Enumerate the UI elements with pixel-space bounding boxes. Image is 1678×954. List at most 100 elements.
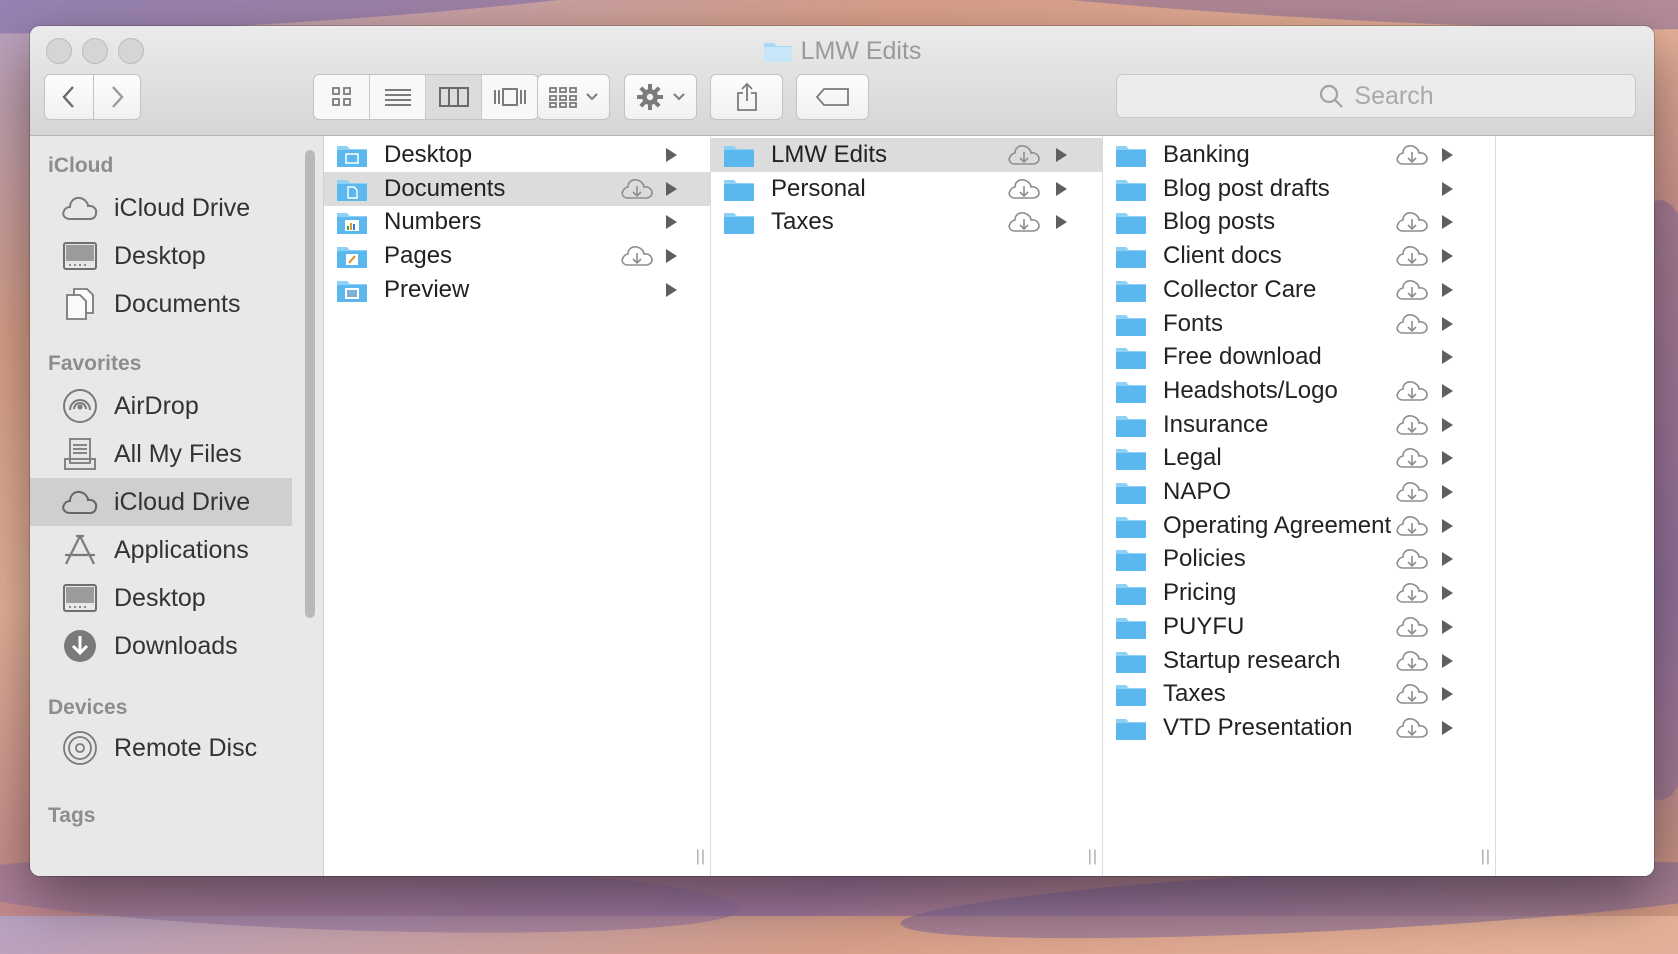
cloud-icon [62,196,98,220]
file-row[interactable]: Taxes [711,205,1102,239]
sidebar-heading-tags: Tags [48,804,96,827]
file-row[interactable]: Pricing [1103,576,1495,610]
file-name: NAPO [1163,478,1232,505]
sidebar-item-label: Applications [114,535,249,564]
action-button[interactable] [624,74,697,120]
cloud-download-icon[interactable] [1395,210,1429,234]
file-row[interactable]: Client docs [1103,239,1495,273]
file-row[interactable]: Free download [1103,340,1495,374]
file-row[interactable]: PUYFU [1103,610,1495,644]
disclosure-arrow-icon [1442,518,1453,533]
disclosure-arrow-icon [666,282,677,297]
sidebar-scrollbar[interactable] [305,150,315,618]
cloud-download-icon[interactable] [1395,716,1429,740]
cloud-download-icon[interactable] [1395,379,1429,403]
column-view-button[interactable] [426,75,482,119]
sidebar-item-applications[interactable]: Applications [30,526,292,574]
file-row[interactable]: Headshots/Logo [1103,374,1495,408]
cloud-download-icon[interactable] [1007,177,1041,201]
file-row[interactable]: Fonts [1103,307,1495,341]
file-row[interactable]: Taxes [1103,677,1495,711]
cloud-download-icon[interactable] [1395,547,1429,571]
file-name: Insurance [1163,410,1269,438]
column-resize-handle[interactable]: || [1481,848,1491,866]
folder-icon [1115,311,1147,337]
file-row[interactable]: Numbers [324,205,710,239]
folder-icon [1115,681,1147,707]
cloud-download-icon[interactable] [1007,210,1041,234]
folder-icon [763,38,793,72]
toolbar: LMW Edits Search [30,26,1654,136]
cloud-download-icon[interactable] [620,177,654,201]
sidebar-item-airdrop[interactable]: AirDrop [30,382,292,430]
sidebar-item-desktop-favorite[interactable]: Desktop [30,574,292,622]
disclosure-arrow-icon [1056,148,1067,162]
disclosure-arrow-icon [1442,552,1453,567]
cloud-download-icon[interactable] [1395,682,1429,706]
disclosure-arrow-icon [1442,687,1453,702]
file-row[interactable]: Banking [1103,138,1495,172]
list-view-button[interactable] [370,75,426,119]
sidebar-item-remote-disc[interactable]: Remote Disc [30,724,292,772]
file-row[interactable]: Blog post drafts [1103,172,1495,206]
cloud-download-icon[interactable] [1395,446,1429,470]
file-row[interactable]: Blog posts [1103,205,1495,239]
forward-button[interactable] [93,74,141,120]
file-row[interactable]: Insurance [1103,408,1495,442]
tag-button[interactable] [796,74,869,120]
sidebar-item-downloads[interactable]: Downloads [30,622,292,670]
file-row[interactable]: VTD Presentation [1103,711,1495,745]
all-files-icon [64,438,96,470]
cloud-download-icon[interactable] [1395,312,1429,336]
file-row[interactable]: Preview [324,273,710,307]
cloud-download-icon[interactable] [1395,615,1429,639]
sidebar-item-documents[interactable]: Documents [30,280,292,328]
file-row[interactable]: Desktop [324,138,710,172]
arrange-button[interactable] [537,74,610,120]
file-row[interactable]: Documents [324,171,710,206]
sidebar-item-label: Desktop [114,583,206,612]
file-row[interactable]: NAPO [1103,475,1495,509]
cloud-download-icon[interactable] [1395,244,1429,268]
sidebar-item-label: All My Files [114,439,242,468]
sidebar-item-all-my-files[interactable]: All My Files [30,430,292,478]
cloud-download-icon[interactable] [1395,581,1429,605]
cloud-download-icon[interactable] [1395,649,1429,673]
column-resize-handle[interactable]: || [696,848,706,866]
file-row[interactable]: Policies [1103,542,1495,576]
file-row[interactable]: Operating Agreement [1103,509,1495,543]
cloud-download-icon[interactable] [1395,413,1429,437]
tag-icon [815,88,849,106]
file-row[interactable]: Legal [1103,441,1495,475]
file-row[interactable]: Collector Care [1103,273,1495,307]
cloud-download-icon[interactable] [1395,480,1429,504]
search-field[interactable]: Search [1116,74,1636,118]
window-title: LMW Edits [30,34,1654,68]
file-name: Headshots/Logo [1163,376,1338,404]
disclosure-arrow-icon [666,181,677,196]
cover-flow-button[interactable] [482,75,538,119]
share-button[interactable] [710,74,783,120]
chevron-down-icon [585,93,598,101]
file-row[interactable]: Pages [324,239,710,273]
cloud-download-icon[interactable] [1395,278,1429,302]
icon-view-button[interactable] [314,75,370,119]
file-row[interactable]: Startup research [1103,644,1495,678]
sidebar-item-icloud-drive[interactable]: iCloud Drive [30,184,292,232]
folder-icon [1115,142,1147,168]
cloud-download-icon[interactable] [620,244,654,268]
back-button[interactable] [44,74,94,120]
desktop-folder-icon [336,142,368,168]
file-row[interactable]: LMW Edits [711,138,1102,172]
folder-icon [723,209,755,235]
folder-icon [1115,546,1147,572]
disclosure-arrow-icon [1442,215,1453,230]
sidebar-item-desktop[interactable]: Desktop [30,232,292,280]
chevron-left-icon [62,86,74,108]
cloud-download-icon[interactable] [1007,143,1041,167]
file-row[interactable]: Personal [711,172,1102,206]
cloud-download-icon[interactable] [1395,143,1429,167]
column-resize-handle[interactable]: || [1088,848,1098,866]
cloud-download-icon[interactable] [1395,514,1429,538]
sidebar-item-icloud-drive-selected[interactable]: iCloud Drive [30,478,292,526]
